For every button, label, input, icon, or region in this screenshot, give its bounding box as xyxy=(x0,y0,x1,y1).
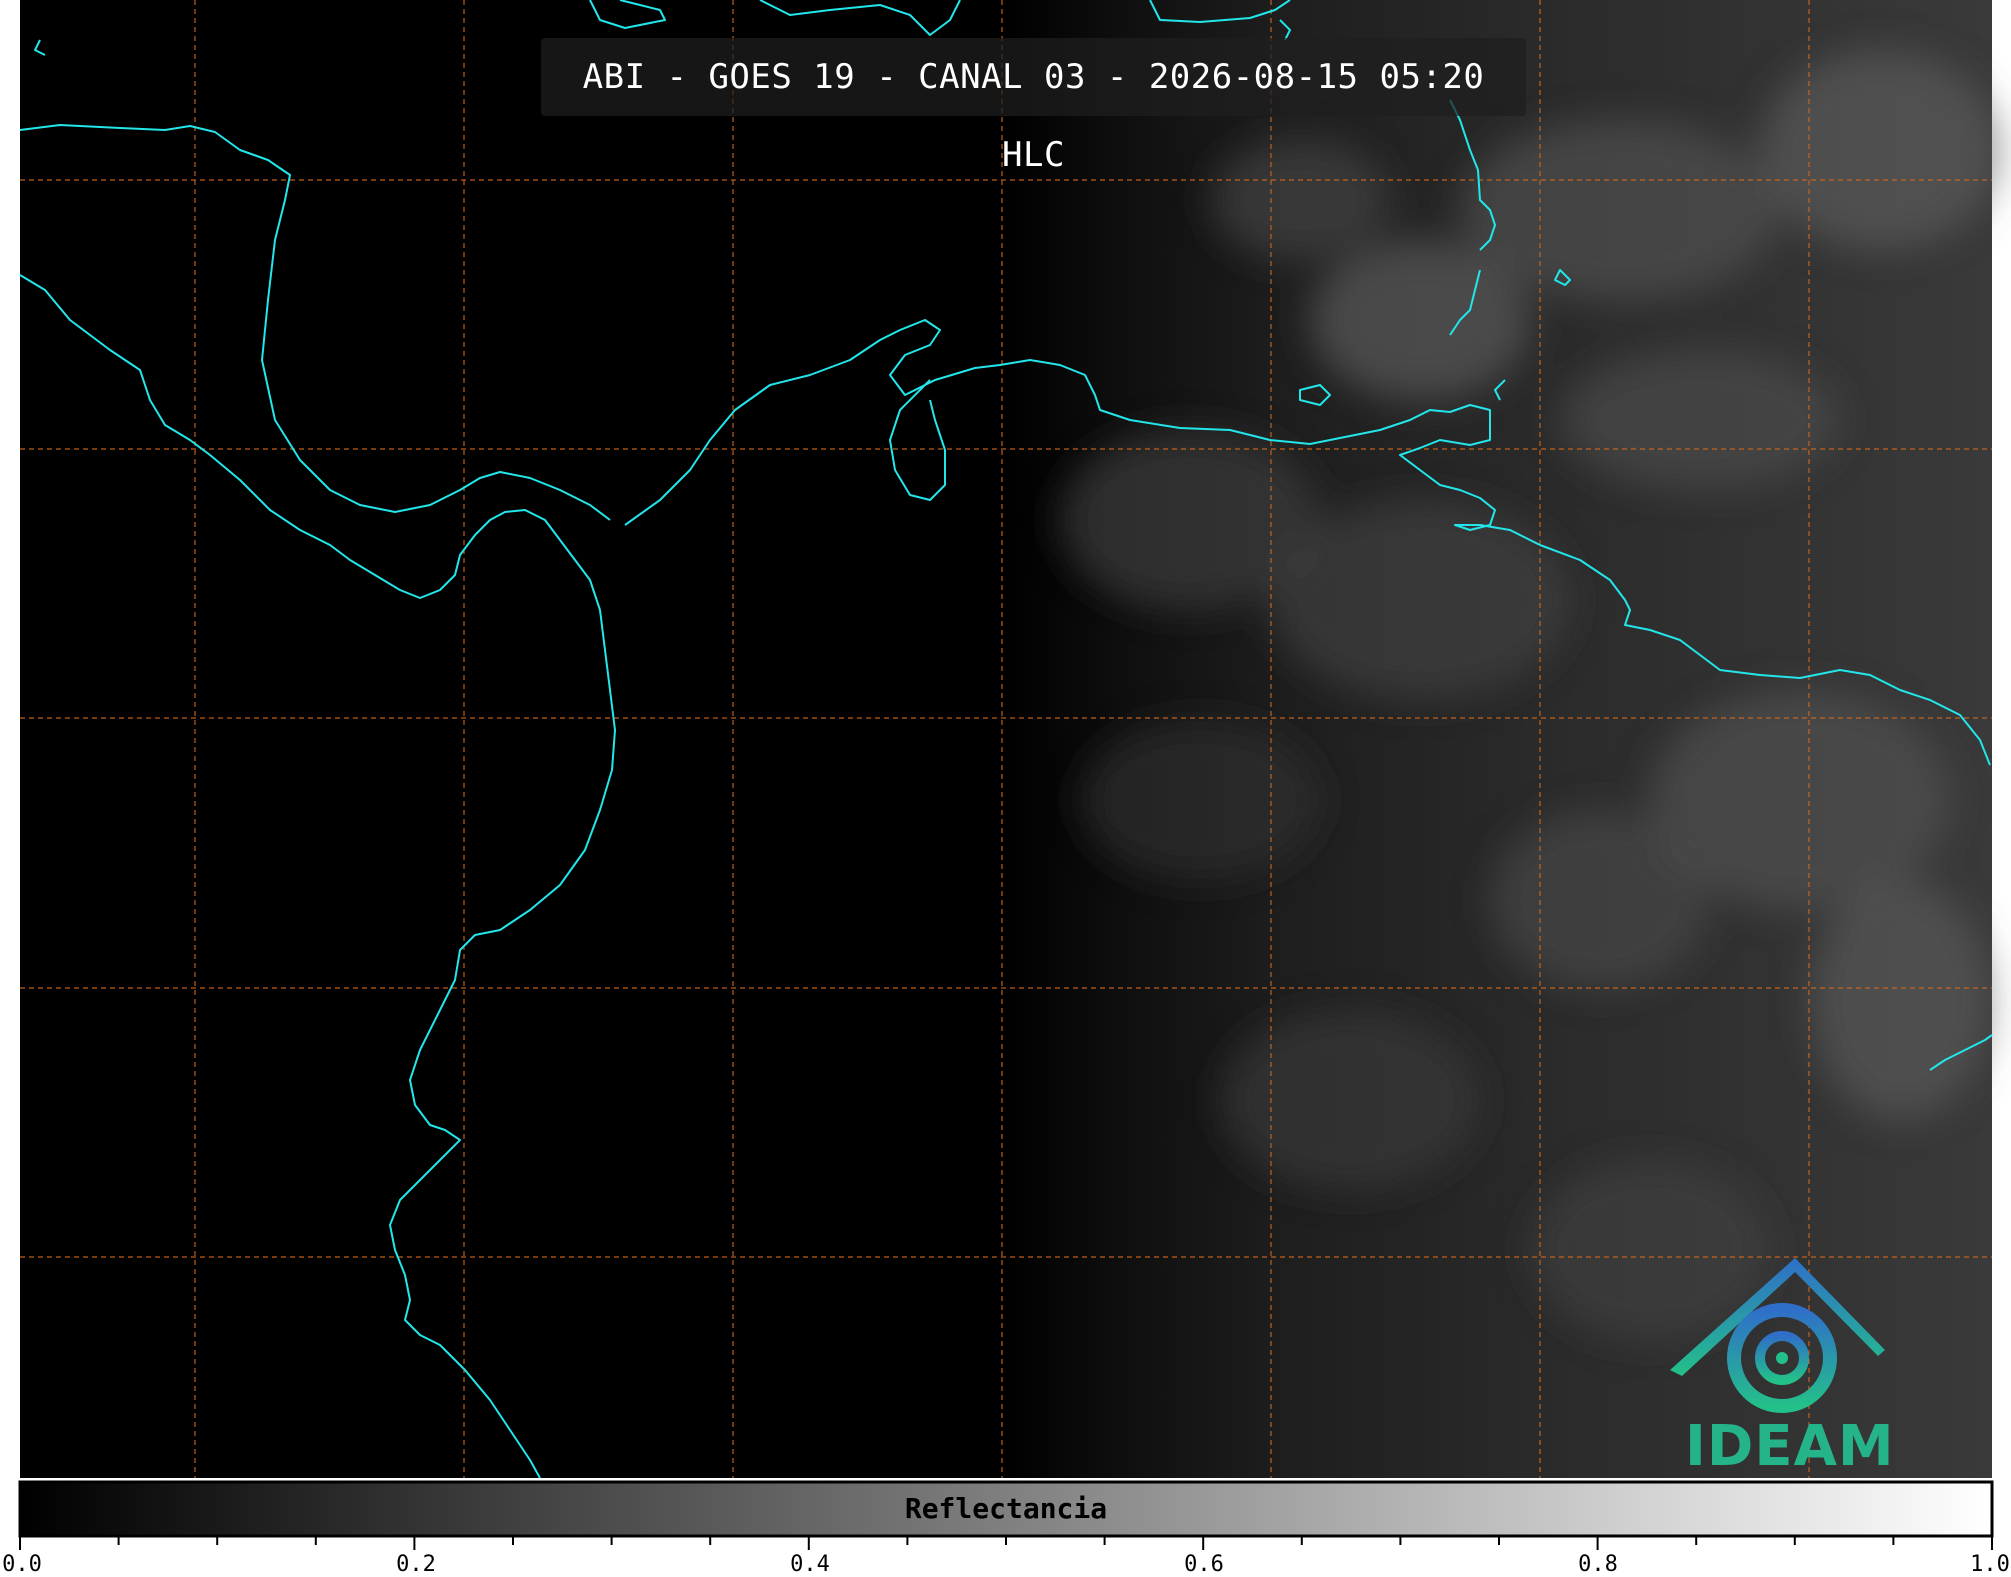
satellite-map xyxy=(18,0,2000,1550)
colorbar-label: Reflectancia xyxy=(904,1492,1108,1525)
colorbar-tick-label: 0.0 xyxy=(2,1552,42,1577)
colorbar-tick-label: 0.8 xyxy=(1578,1552,1618,1577)
logo-text: IDEAM xyxy=(1685,1414,1895,1479)
colorbar-tick-label: 1.0 xyxy=(1970,1552,2010,1577)
colorbar-tick-label: 0.6 xyxy=(1184,1552,1224,1577)
map-title: ABI - GOES 19 - CANAL 03 - 2026-08-15 05… xyxy=(541,38,1526,175)
colorbar-tick-label: 0.2 xyxy=(396,1552,436,1577)
colorbar-tick-label: 0.4 xyxy=(790,1552,830,1577)
